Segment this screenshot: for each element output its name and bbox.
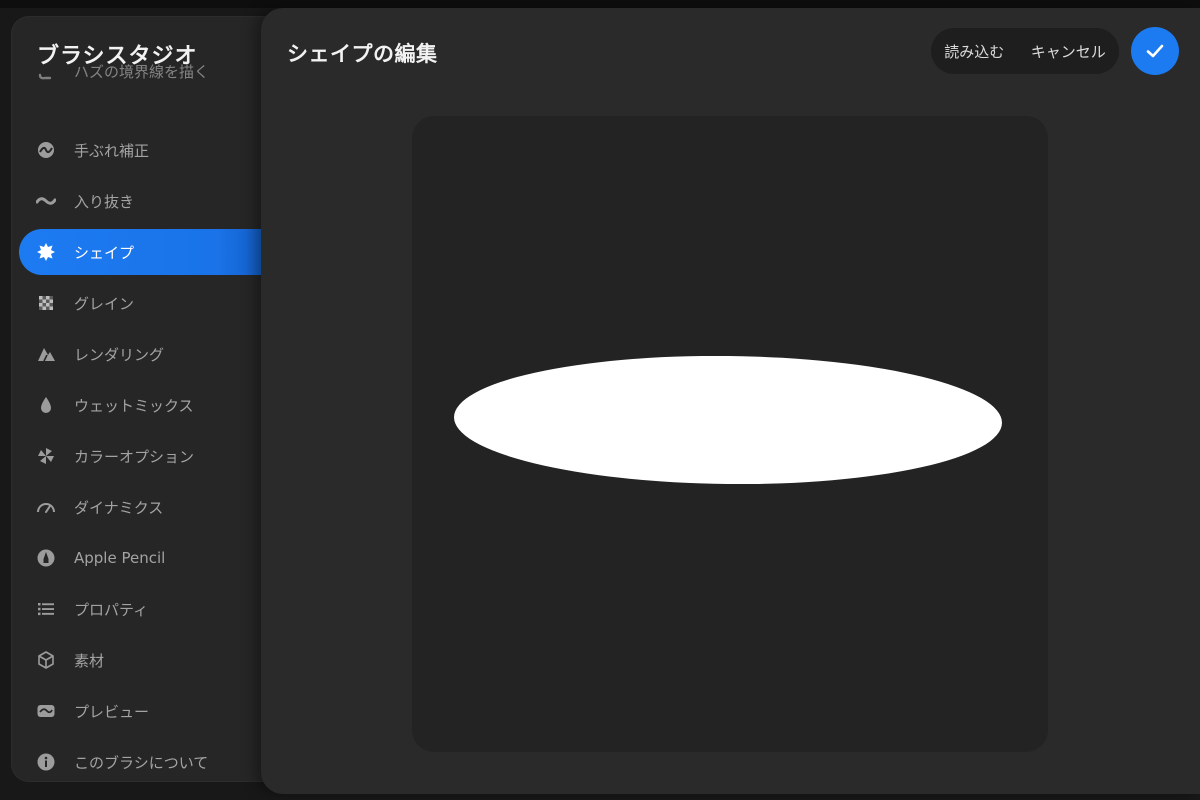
sidebar-item-label: ハズの境界線を描く <box>74 62 210 81</box>
sidebar-item-label: このブラシについて <box>74 753 209 772</box>
sidebar-item-label: レンダリング <box>74 345 165 364</box>
grain-checker-icon <box>36 293 56 313</box>
shape-ellipse <box>454 355 1002 485</box>
sidebar-item-label: プロパティ <box>74 600 149 619</box>
list-icon <box>36 599 56 619</box>
gauge-icon <box>36 497 56 517</box>
drop-icon <box>36 395 56 415</box>
sidebar-item-dynamics[interactable]: ダイナミクス <box>19 484 301 530</box>
stroke-path-icon <box>36 61 56 81</box>
sidebar-item-wet-mix[interactable]: ウェットミックス <box>19 382 301 428</box>
pinwheel-icon <box>36 446 56 466</box>
top-strip <box>0 0 1200 8</box>
checkmark-icon <box>1143 39 1167 63</box>
sidebar-item-grain[interactable]: グレイン <box>19 280 301 326</box>
sidebar-item-stabilization[interactable]: 手ぶれ補正 <box>19 127 301 173</box>
shape-star-icon <box>36 242 56 262</box>
shape-editor-panel: シェイプの編集 読み込む キャンセル <box>261 8 1200 794</box>
rendering-icon <box>36 344 56 364</box>
sidebar-item-label: ダイナミクス <box>74 498 164 517</box>
sidebar-item-label: 手ぶれ補正 <box>74 141 150 160</box>
brush-studio-screen: ブラシスタジオ ハズの境界線を描く 手ぶれ補正 入り抜き シェイプ グレイン レ… <box>0 0 1200 800</box>
sidebar-item-label: ウェットミックス <box>74 396 194 415</box>
sidebar-item-about-brush[interactable]: このブラシについて <box>19 739 301 782</box>
cube-icon <box>36 650 56 670</box>
cancel-button[interactable]: キャンセル <box>1027 41 1110 62</box>
info-icon <box>36 752 56 772</box>
action-pill: 読み込む キャンセル <box>931 28 1119 74</box>
stabilization-icon <box>36 140 56 160</box>
confirm-button[interactable] <box>1131 27 1179 75</box>
sidebar-item-preview[interactable]: プレビュー <box>19 688 301 734</box>
sidebar-item-label: 素材 <box>74 651 105 670</box>
sidebar-item-label: カラーオプション <box>74 447 195 466</box>
sidebar-item-shape[interactable]: シェイプ <box>19 229 301 275</box>
shape-preview-svg <box>454 355 1002 485</box>
panel-title: シェイプの編集 <box>287 42 438 66</box>
sidebar-item-label: 入り抜き <box>74 192 135 211</box>
sidebar-item-properties[interactable]: プロパティ <box>19 586 301 632</box>
shape-canvas[interactable] <box>412 116 1048 752</box>
sidebar: ブラシスタジオ ハズの境界線を描く 手ぶれ補正 入り抜き シェイプ グレイン レ… <box>11 16 301 782</box>
sidebar-item-taper[interactable]: 入り抜き <box>19 178 301 224</box>
sidebar-item-label: グレイン <box>74 294 135 313</box>
sidebar-item-label: シェイプ <box>74 243 135 262</box>
sidebar-item-label: プレビュー <box>74 702 150 721</box>
sidebar-item-stroke-path[interactable]: ハズの境界線を描く <box>19 48 301 94</box>
preview-icon <box>36 701 56 721</box>
sidebar-item-apple-pencil[interactable]: Apple Pencil <box>19 535 301 581</box>
sidebar-item-materials[interactable]: 素材 <box>19 637 301 683</box>
taper-wave-icon <box>36 191 56 211</box>
sidebar-item-color-options[interactable]: カラーオプション <box>19 433 301 479</box>
import-button[interactable]: 読み込む <box>940 41 1008 62</box>
sidebar-item-label: Apple Pencil <box>74 549 166 567</box>
sidebar-item-rendering[interactable]: レンダリング <box>19 331 301 377</box>
pencil-tip-icon <box>36 548 56 568</box>
